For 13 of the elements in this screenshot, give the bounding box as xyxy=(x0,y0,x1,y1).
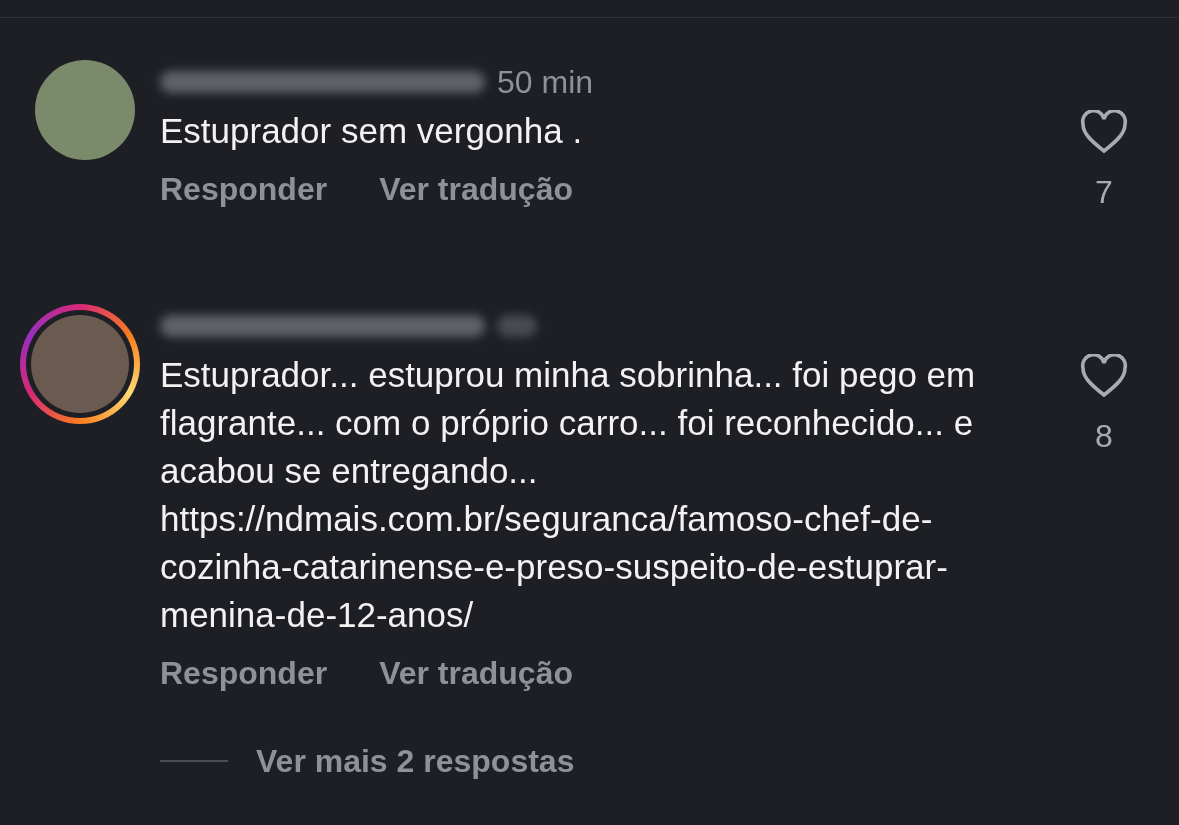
comment-action-link[interactable]: Responder xyxy=(160,649,328,697)
comment-action-link[interactable]: Ver tradução xyxy=(379,165,573,213)
comment-time: 50 min xyxy=(497,63,594,102)
comment-action-link[interactable]: Ver tradução xyxy=(379,649,573,697)
heart-icon[interactable] xyxy=(1080,354,1128,398)
like-count: 7 xyxy=(1095,173,1113,212)
blurred-time xyxy=(497,315,537,337)
comment-text: Estuprador sem vergonha . xyxy=(160,110,584,152)
comment-action-link[interactable]: Responder xyxy=(160,165,328,213)
comment-text: Estuprador... estuprou minha sobrinha... foi pego em flagrante... com o próprio carro... foi reconhecido... e acabou se entregando... https://ndmais.com.br/seguranca/famoso-chef-de-cozinha-catarinense-e-preso-suspeito-de-estuprar-menina-de-12-anos/ xyxy=(160,354,977,636)
heart-icon[interactable] xyxy=(1080,110,1128,154)
like-count: 8 xyxy=(1095,417,1113,456)
view-more-replies-link[interactable]: Ver mais 2 respostas xyxy=(256,737,575,785)
